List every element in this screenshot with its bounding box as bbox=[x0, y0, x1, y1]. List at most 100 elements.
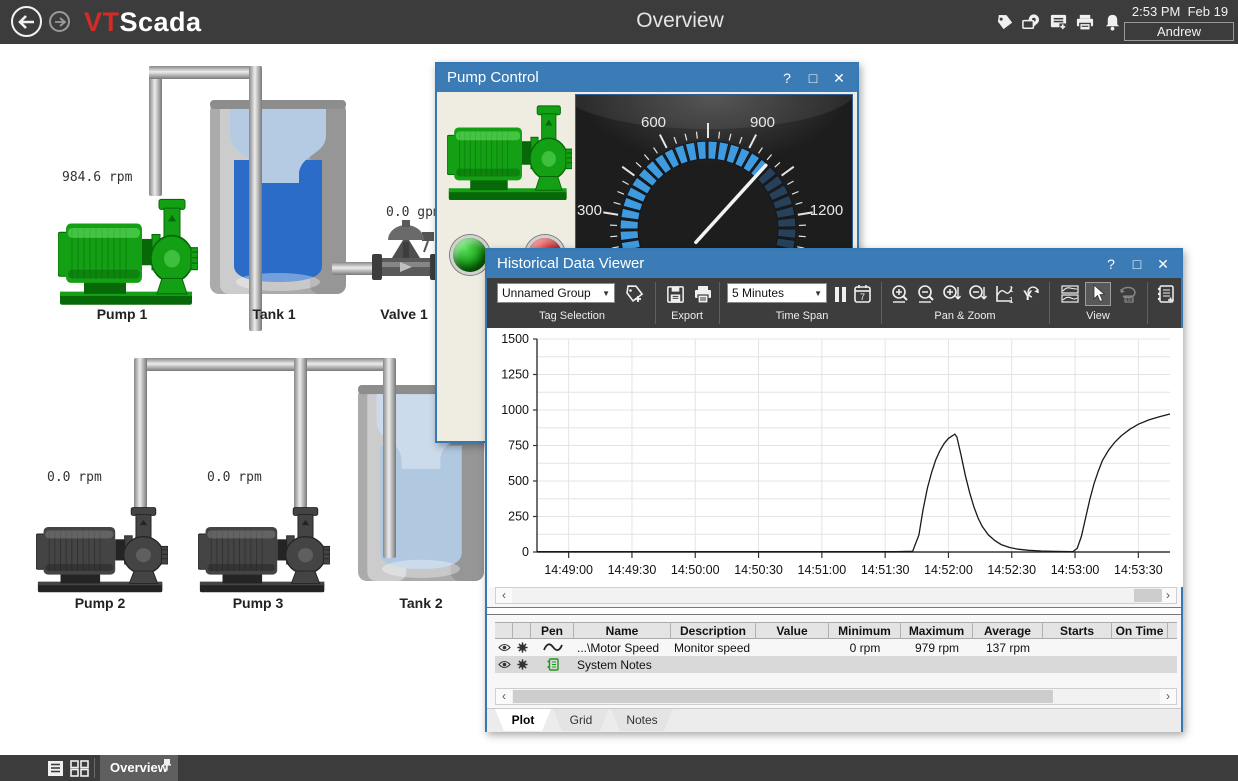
column-header[interactable]: Average bbox=[973, 622, 1043, 639]
reset-plot-icon: 11 bbox=[993, 283, 1015, 305]
column-header[interactable]: Value bbox=[756, 622, 829, 639]
pump-1-speed-value: 984.6 rpm bbox=[62, 170, 132, 185]
pen-settings-gear-icon[interactable] bbox=[513, 656, 531, 673]
back-button[interactable] bbox=[11, 6, 42, 37]
header-icon-group bbox=[994, 12, 1122, 32]
page-grid-button[interactable] bbox=[68, 758, 90, 778]
system-notes-icon[interactable] bbox=[531, 656, 574, 673]
zoom-in-button[interactable] bbox=[887, 282, 913, 306]
valve-1-graphic[interactable] bbox=[372, 212, 440, 290]
pump-3-graphic[interactable] bbox=[198, 504, 330, 594]
scrollbar-thumb[interactable] bbox=[1134, 589, 1162, 602]
pipe bbox=[149, 66, 262, 79]
alarm-bell-icon[interactable] bbox=[1102, 12, 1122, 32]
tag-icon[interactable] bbox=[994, 12, 1014, 32]
help-button[interactable]: ? bbox=[775, 64, 799, 92]
close-button[interactable]: ✕ bbox=[827, 64, 851, 92]
pump-start-button[interactable] bbox=[450, 235, 490, 275]
help-button[interactable]: ? bbox=[1099, 250, 1123, 278]
export-save-button[interactable] bbox=[663, 282, 687, 306]
scroll-right-arrow[interactable]: › bbox=[1160, 689, 1176, 704]
plot-horizontal-scrollbar[interactable]: ‹ › bbox=[495, 587, 1177, 604]
notebook-button[interactable] bbox=[1153, 282, 1179, 306]
column-header[interactable]: On Time bbox=[1112, 622, 1168, 639]
zoom-out-vertical-button[interactable] bbox=[965, 282, 991, 306]
reset-y-axis-button[interactable]: Y bbox=[1017, 282, 1043, 306]
pen-settings-gear-icon[interactable] bbox=[513, 639, 531, 656]
reset-zoom-button[interactable]: 11 bbox=[991, 282, 1017, 306]
hdv-titlebar[interactable]: Historical Data Viewer ? □ ✕ bbox=[487, 250, 1181, 278]
cell-maximum: 979 rpm bbox=[901, 639, 973, 656]
back-arrow-icon bbox=[18, 15, 35, 29]
cell-starts bbox=[1043, 639, 1112, 656]
zoom-out-icon bbox=[915, 283, 937, 305]
cell-maximum bbox=[901, 656, 973, 673]
forward-arrow-icon bbox=[54, 17, 66, 27]
table-horizontal-scrollbar[interactable]: ‹ › bbox=[495, 688, 1177, 705]
zoom-in-vertical-button[interactable] bbox=[939, 282, 965, 306]
visibility-eye-icon[interactable] bbox=[495, 639, 513, 656]
column-header[interactable]: Description bbox=[671, 622, 756, 639]
calendar-button[interactable]: 7 bbox=[849, 282, 875, 306]
stacked-plots-icon bbox=[1059, 283, 1081, 305]
pen-table-row[interactable]: ...\Motor SpeedMonitor speed0 rpm979 rpm… bbox=[495, 639, 1177, 656]
user-menu[interactable]: Andrew bbox=[1124, 22, 1234, 41]
hdv-toolbar: Unnamed Group▼ 5 Minutes▼ 7 bbox=[487, 278, 1181, 328]
scrollbar-thumb[interactable] bbox=[513, 690, 1053, 703]
tag-group-dropdown[interactable]: Unnamed Group▼ bbox=[497, 283, 615, 303]
maximize-button[interactable]: □ bbox=[1125, 250, 1149, 278]
column-header[interactable]: Starts bbox=[1043, 622, 1112, 639]
cell-name: ...\Motor Speed bbox=[574, 639, 671, 656]
tag-select-button[interactable] bbox=[621, 282, 647, 306]
column-header[interactable]: Pen bbox=[531, 622, 574, 639]
pump-2-graphic[interactable] bbox=[36, 504, 168, 594]
column-header[interactable] bbox=[513, 622, 531, 639]
cell-average bbox=[973, 656, 1043, 673]
scroll-left-arrow[interactable]: ‹ bbox=[496, 689, 512, 704]
stacked-plots-button[interactable] bbox=[1057, 282, 1083, 306]
pump-3-caption: Pump 3 bbox=[213, 595, 303, 611]
notes-add-icon[interactable] bbox=[1048, 12, 1068, 32]
pump-2-caption: Pump 2 bbox=[55, 595, 145, 611]
column-header[interactable]: Maximum bbox=[901, 622, 973, 639]
column-header[interactable]: Minimum bbox=[829, 622, 901, 639]
svg-text:1: 1 bbox=[1009, 285, 1014, 294]
close-button[interactable]: ✕ bbox=[1151, 250, 1175, 278]
column-header[interactable]: Name bbox=[574, 622, 671, 639]
cell-value bbox=[756, 639, 829, 656]
taskbar-tab-overview[interactable]: Overview bbox=[100, 755, 178, 781]
trend-plot-area[interactable]: 025050075010001250150014:49:0014:49:3014… bbox=[489, 328, 1183, 587]
forward-button[interactable] bbox=[49, 11, 70, 32]
column-header[interactable] bbox=[495, 622, 513, 639]
pen-line-style-icon[interactable] bbox=[531, 639, 574, 656]
time-span-dropdown[interactable]: 5 Minutes▼ bbox=[727, 283, 827, 303]
maximize-button[interactable]: □ bbox=[801, 64, 825, 92]
tank-1-graphic bbox=[210, 100, 346, 296]
pointer-mode-button[interactable] bbox=[1085, 282, 1111, 306]
pin-icon[interactable] bbox=[162, 758, 172, 771]
print-icon[interactable] bbox=[1075, 12, 1095, 32]
page-list-button[interactable] bbox=[44, 758, 66, 778]
svg-text:14:53:30: 14:53:30 bbox=[1114, 563, 1163, 577]
tab-plot[interactable]: Plot bbox=[495, 709, 551, 731]
display-settings-icon[interactable] bbox=[1021, 12, 1041, 32]
clock-time: 2:53 PM bbox=[1132, 4, 1180, 19]
pen-table-row[interactable]: System Notes bbox=[495, 656, 1177, 673]
svg-text:900: 900 bbox=[750, 114, 775, 131]
pump-control-titlebar[interactable]: Pump Control ? □ ✕ bbox=[437, 64, 857, 92]
visibility-eye-icon[interactable] bbox=[495, 656, 513, 673]
page-grid-icon bbox=[70, 760, 89, 777]
save-disk-icon bbox=[665, 284, 686, 305]
export-print-button[interactable] bbox=[691, 282, 715, 306]
pump-1-graphic[interactable] bbox=[58, 195, 198, 307]
tab-notes[interactable]: Notes bbox=[611, 709, 673, 731]
tab-grid[interactable]: Grid bbox=[553, 709, 609, 731]
svg-text:750: 750 bbox=[508, 439, 529, 453]
scroll-left-arrow[interactable]: ‹ bbox=[496, 588, 512, 603]
svg-text:1: 1 bbox=[1009, 296, 1014, 305]
pause-button[interactable] bbox=[835, 287, 846, 302]
zoom-out-button[interactable] bbox=[913, 282, 939, 306]
scroll-right-arrow[interactable]: › bbox=[1160, 588, 1176, 603]
rotate-view-button[interactable]: 180 bbox=[1115, 282, 1141, 306]
svg-text:1000: 1000 bbox=[501, 403, 529, 417]
